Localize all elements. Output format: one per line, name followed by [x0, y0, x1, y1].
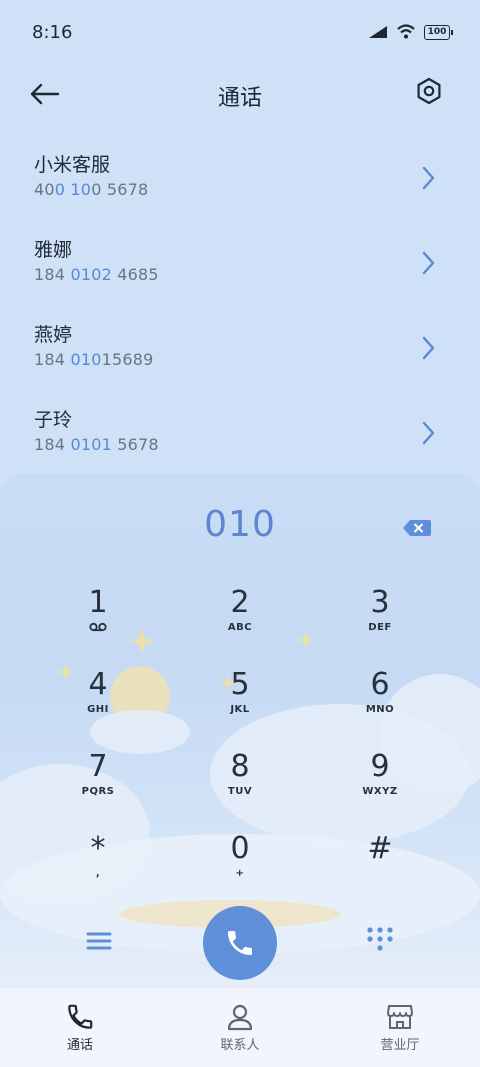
chevron-right-icon[interactable] [418, 419, 438, 447]
contact-number: 184 0102 4685 [34, 265, 159, 284]
status-time: 8:16 [32, 22, 73, 43]
dialpad-icon [367, 927, 393, 951]
contact-number: 400 100 5678 [34, 180, 149, 199]
person-icon [227, 1004, 253, 1031]
menu-button[interactable] [82, 926, 116, 956]
contact-name: 小米客服 [34, 154, 111, 176]
menu-icon [86, 932, 112, 950]
nav-label: 联系人 [220, 1038, 260, 1053]
chevron-right-icon[interactable] [418, 334, 438, 362]
gear-icon [417, 77, 441, 105]
nav-label: 营业厅 [380, 1038, 420, 1053]
dial-key-star[interactable]: * , [48, 832, 148, 902]
signal-icon [369, 26, 387, 38]
dial-key-5[interactable]: 5 JKL [190, 668, 290, 738]
nav-item-store[interactable]: 营业厅 [320, 988, 480, 1067]
dial-key-2[interactable]: 2 ABC [190, 586, 290, 656]
contact-item[interactable]: 燕婷 184 01015689 [0, 308, 480, 393]
phone-icon [68, 1004, 93, 1029]
contact-item[interactable]: 子玲 184 0101 5678 [0, 393, 480, 478]
dial-key-7[interactable]: 7 PQRS [48, 750, 148, 820]
dial-key-4[interactable]: 4 GHI [48, 668, 148, 738]
contact-list: 小米客服 400 100 5678 雅娜 184 0102 4685 燕婷 18… [0, 138, 480, 478]
bottom-nav: 通话 联系人 营业厅 [0, 988, 480, 1067]
dial-key-8[interactable]: 8 TUV [190, 750, 290, 820]
nav-item-calls[interactable]: 通话 [0, 988, 160, 1067]
dialpad-toggle-button[interactable] [362, 924, 398, 958]
status-bar: 8:16 100 [0, 0, 480, 68]
contact-name: 子玲 [34, 409, 73, 431]
dial-key-6[interactable]: 6 MNO [330, 668, 430, 738]
contact-item[interactable]: 雅娜 184 0102 4685 [0, 223, 480, 308]
chevron-right-icon[interactable] [418, 164, 438, 192]
call-button[interactable] [203, 906, 277, 980]
status-icons: 100 [368, 24, 453, 40]
contact-number: 184 01015689 [34, 350, 154, 369]
dial-key-3[interactable]: 3 DEF [330, 586, 430, 656]
contact-item[interactable]: 小米客服 400 100 5678 [0, 138, 480, 223]
battery-icon: 100 [424, 24, 453, 40]
contact-name: 雅娜 [34, 239, 73, 261]
dial-key-0[interactable]: 0 + [190, 832, 290, 902]
chevron-right-icon[interactable] [418, 249, 438, 277]
contact-name: 燕婷 [34, 324, 73, 346]
dialpad: 010 1 2 ABC 3 DEF 4 GHI 5 JKL 6 MNO 7 PQ… [0, 474, 480, 994]
nav-item-contacts[interactable]: 联系人 [160, 988, 320, 1067]
header: 通话 [0, 70, 480, 120]
dial-key-hash[interactable]: # [330, 832, 430, 902]
store-icon [387, 1005, 413, 1029]
dial-key-1[interactable]: 1 [48, 586, 148, 656]
backspace-icon [403, 520, 431, 536]
dial-key-9[interactable]: 9 WXYZ [330, 750, 430, 820]
settings-button[interactable] [414, 76, 450, 112]
voicemail-icon [89, 622, 107, 632]
contact-number: 184 0101 5678 [34, 435, 159, 454]
phone-icon [228, 931, 252, 955]
wifi-icon [397, 24, 415, 39]
nav-label: 通话 [66, 1038, 93, 1053]
page-title: 通话 [217, 86, 262, 111]
backspace-button[interactable] [402, 518, 432, 538]
